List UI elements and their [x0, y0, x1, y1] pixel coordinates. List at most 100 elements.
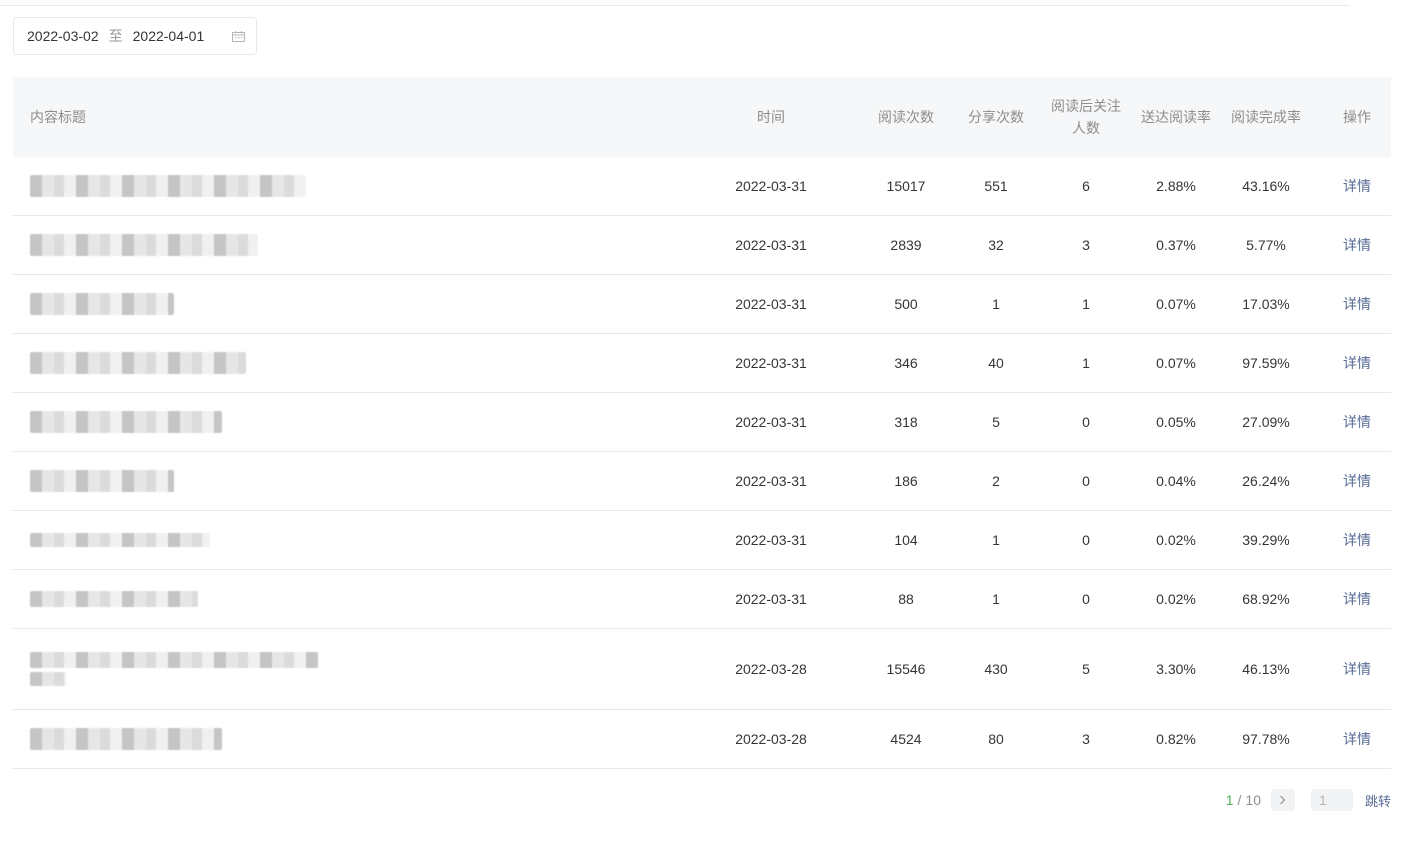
detail-link[interactable]: 详情 [1343, 414, 1371, 430]
table-row: 2022-03-31 88 1 0 0.02% 68.92% 详情 [13, 570, 1391, 629]
chevron-right-icon [1280, 795, 1286, 805]
header-title: 内容标题 [30, 109, 86, 125]
detail-link[interactable]: 详情 [1343, 355, 1371, 371]
date-separator: 至 [108, 28, 123, 44]
completion-rate-cell: 39.29% [1242, 532, 1290, 548]
follows-cell: 5 [1082, 661, 1090, 677]
detail-link[interactable]: 详情 [1343, 661, 1371, 677]
completion-rate-cell: 26.24% [1242, 473, 1290, 489]
completion-rate-cell: 46.13% [1242, 661, 1290, 677]
table-row: 2022-03-31 104 1 0 0.02% 39.29% 详情 [13, 511, 1391, 570]
completion-rate-cell: 97.59% [1242, 355, 1290, 371]
reads-cell: 4524 [890, 731, 922, 747]
follows-cell: 0 [1082, 414, 1090, 430]
time-cell: 2022-03-31 [735, 591, 807, 607]
start-date[interactable]: 2022-03-02 [27, 28, 99, 44]
reads-cell: 15017 [886, 178, 926, 194]
table-row: 2022-03-28 15546 430 5 3.30% 46.13% 详情 [13, 629, 1391, 710]
next-page-button[interactable] [1270, 789, 1295, 811]
article-stats-table: 内容标题 时间 阅读次数 分享次数 阅读后关注 人数 送达阅读率 阅读完成率 操… [13, 77, 1391, 769]
reads-cell: 346 [894, 355, 918, 371]
title-cell[interactable] [13, 216, 681, 274]
page-jump-input[interactable] [1310, 789, 1353, 811]
detail-link[interactable]: 详情 [1343, 237, 1371, 253]
detail-link[interactable]: 详情 [1343, 473, 1371, 489]
follows-cell: 1 [1082, 296, 1090, 312]
title-cell[interactable] [13, 334, 681, 392]
table-row: 2022-03-31 346 40 1 0.07% 97.59% 详情 [13, 334, 1391, 393]
redacted-title [30, 234, 258, 256]
delivery-rate-cell: 0.04% [1156, 473, 1196, 489]
time-cell: 2022-03-31 [735, 237, 807, 253]
detail-link[interactable]: 详情 [1343, 532, 1371, 548]
completion-rate-cell: 43.16% [1242, 178, 1290, 194]
title-cell[interactable] [13, 275, 681, 333]
shares-cell: 1 [992, 296, 1000, 312]
shares-cell: 1 [992, 591, 1000, 607]
header-follows: 阅读后关注 人数 [1041, 95, 1131, 139]
reads-cell: 15546 [886, 661, 926, 677]
detail-link[interactable]: 详情 [1343, 178, 1371, 194]
time-cell: 2022-03-31 [735, 355, 807, 371]
table-row: 2022-03-28 4524 80 3 0.82% 97.78% 详情 [13, 710, 1391, 769]
completion-rate-cell: 97.78% [1242, 731, 1290, 747]
title-cell[interactable] [13, 511, 681, 569]
date-range-picker[interactable]: 2022-03-02 至 2022-04-01 [13, 17, 257, 55]
header-delivery-rate: 送达阅读率 [1141, 109, 1211, 125]
reads-cell: 104 [894, 532, 918, 548]
end-date[interactable]: 2022-04-01 [133, 28, 205, 44]
table-header: 内容标题 时间 阅读次数 分享次数 阅读后关注 人数 送达阅读率 阅读完成率 操… [13, 77, 1391, 157]
title-cell[interactable] [13, 570, 681, 628]
header-follows-line1: 阅读后关注 [1051, 98, 1121, 114]
completion-rate-cell: 68.92% [1242, 591, 1290, 607]
top-divider [0, 5, 1350, 6]
calendar-icon[interactable] [232, 31, 245, 42]
delivery-rate-cell: 0.02% [1156, 591, 1196, 607]
follows-cell: 6 [1082, 178, 1090, 194]
delivery-rate-cell: 2.88% [1156, 178, 1196, 194]
header-follows-line2: 人数 [1072, 120, 1100, 136]
completion-rate-cell: 5.77% [1246, 237, 1286, 253]
table-row: 2022-03-31 318 5 0 0.05% 27.09% 详情 [13, 393, 1391, 452]
completion-rate-cell: 27.09% [1242, 414, 1290, 430]
time-cell: 2022-03-31 [735, 532, 807, 548]
time-cell: 2022-03-31 [735, 414, 807, 430]
delivery-rate-cell: 0.37% [1156, 237, 1196, 253]
time-cell: 2022-03-31 [735, 178, 807, 194]
time-cell: 2022-03-31 [735, 296, 807, 312]
shares-cell: 40 [988, 355, 1004, 371]
detail-link[interactable]: 详情 [1343, 731, 1371, 747]
delivery-rate-cell: 0.07% [1156, 296, 1196, 312]
follows-cell: 1 [1082, 355, 1090, 371]
detail-link[interactable]: 详情 [1343, 296, 1371, 312]
header-shares: 分享次数 [968, 109, 1024, 125]
follows-cell: 3 [1082, 237, 1090, 253]
title-cell[interactable] [13, 629, 681, 709]
shares-cell: 32 [988, 237, 1004, 253]
redacted-title [30, 591, 198, 607]
redacted-title [30, 175, 306, 197]
pagination: 1 / 10 跳转 [1226, 789, 1391, 811]
reads-cell: 500 [894, 296, 918, 312]
shares-cell: 2 [992, 473, 1000, 489]
delivery-rate-cell: 0.05% [1156, 414, 1196, 430]
redacted-title-line2 [30, 672, 66, 686]
title-cell[interactable] [13, 157, 681, 215]
header-completion-rate: 阅读完成率 [1231, 109, 1301, 125]
total-pages: 10 [1245, 792, 1261, 808]
title-cell[interactable] [13, 452, 681, 510]
jump-button[interactable]: 跳转 [1365, 791, 1391, 810]
follows-cell: 0 [1082, 473, 1090, 489]
follows-cell: 0 [1082, 591, 1090, 607]
title-cell[interactable] [13, 710, 681, 768]
table-row: 2022-03-31 500 1 1 0.07% 17.03% 详情 [13, 275, 1391, 334]
follows-cell: 3 [1082, 731, 1090, 747]
title-cell[interactable] [13, 393, 681, 451]
redacted-title [30, 652, 318, 668]
table-row: 2022-03-31 15017 551 6 2.88% 43.16% 详情 [13, 157, 1391, 216]
reads-cell: 2839 [890, 237, 922, 253]
completion-rate-cell: 17.03% [1242, 296, 1290, 312]
redacted-title [30, 411, 222, 433]
detail-link[interactable]: 详情 [1343, 591, 1371, 607]
redacted-title [30, 293, 174, 315]
